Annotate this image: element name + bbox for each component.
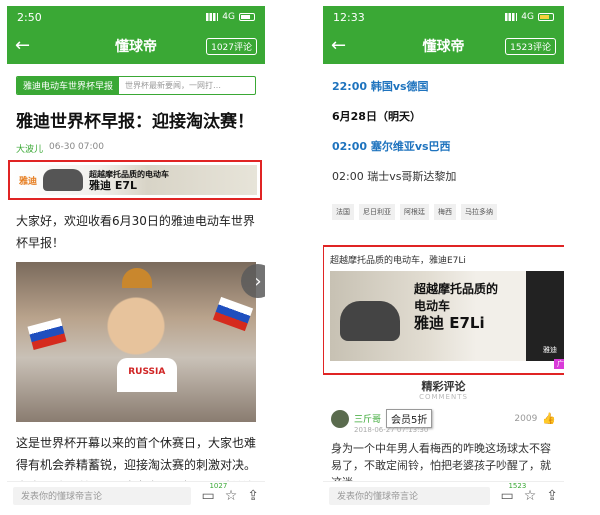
ad-tag: 广告 (554, 359, 564, 369)
comment-icon[interactable]: ▭ 1027 (201, 482, 227, 503)
commenter-name[interactable]: 三斤哥 (354, 412, 381, 425)
ad-image[interactable]: 超越摩托品质的 电动车 雅迪 E7Li 雅迪 (330, 271, 564, 361)
scooter-image (43, 169, 84, 191)
article-paragraph-1: 大家好，欢迎收看6月30日的雅迪电动车世界杯早报！ (16, 214, 255, 250)
share-icon[interactable]: ⇪ (247, 489, 259, 503)
nav-bar: ← 懂球帝 1027评论 (7, 28, 265, 64)
status-bar: 2:50 4G (7, 6, 265, 28)
star-icon[interactable]: ☆ (225, 489, 238, 503)
comment-icon[interactable]: ▭ 1523 (500, 482, 526, 503)
ad-line3: 雅迪 E7Li (414, 314, 485, 332)
network-label: 4G (521, 12, 534, 22)
tag-list: 法国 尼日利亚 阿根廷 梅西 马拉多纳 (332, 204, 555, 220)
comment-item: 三斤哥 会员5折 2009 👍 2018-06-27 07:13:30 身为一个… (331, 409, 556, 491)
category-label: 雅迪电动车世界杯早报 (17, 77, 120, 94)
battery-icon (538, 13, 554, 21)
tag-item[interactable]: 法国 (332, 204, 354, 220)
match-line: 02:00 瑞士vs哥斯达黎加 (332, 170, 457, 183)
category-breadcrumb[interactable]: 雅迪电动车世界杯早报 世界杯最新要闻，一网打… (16, 76, 256, 95)
tag-item[interactable]: 马拉多纳 (461, 204, 497, 220)
comments-button[interactable]: 1523评论 (505, 37, 556, 55)
tag-item[interactable]: 梅西 (434, 204, 456, 220)
match-line: 02:00 塞尔维亚vs巴西 (332, 140, 451, 153)
ad-highlight-box: 超越摩托品质的电动车，雅迪E7Li 超越摩托品质的 电动车 雅迪 E7Li 雅迪… (323, 245, 564, 375)
article-headline: 雅迪世界杯早报：迎接淘汰赛！ (16, 112, 254, 132)
comment-time: 2018-06-27 07:13:30 (354, 426, 429, 434)
article-meta: 大波儿 06-30 07:00 (16, 142, 256, 155)
star-icon[interactable]: ☆ (524, 489, 537, 503)
status-bar: 12:33 4G (323, 6, 564, 28)
tag-item[interactable]: 阿根廷 (400, 204, 429, 220)
author-link[interactable]: 大波儿 (16, 142, 43, 155)
comment-input[interactable]: 发表你的懂球帝言论 (329, 486, 491, 505)
ad-caption: 超越摩托品质的电动车，雅迪E7Li (330, 256, 466, 266)
match-line: 22:00 韩国vs德国 (332, 80, 429, 93)
match-date: 6月28日（明天） (332, 110, 421, 123)
ad-line2: 雅迪 E7L (89, 179, 138, 192)
phone-left: 2:50 4G ← 懂球帝 1027评论 雅迪电动车世界杯早报 世界杯最新要闻，… (7, 6, 265, 509)
ad-line2: 电动车 (414, 299, 451, 313)
article-photo[interactable]: RUSSIA (16, 262, 256, 422)
signal-icon (505, 13, 518, 21)
fan-shirt: RUSSIA (116, 358, 177, 392)
like-count: 2009 (514, 413, 538, 424)
status-time: 2:50 (17, 10, 42, 24)
back-arrow-icon[interactable]: ← (331, 37, 346, 55)
russia-flag-left (27, 318, 67, 350)
network-label: 4G (222, 12, 235, 22)
article-content: 雅迪电动车世界杯早报 世界杯最新要闻，一网打… 雅迪世界杯早报：迎接淘汰赛！ 大… (7, 76, 265, 498)
comments-section-subtitle: COMMENTS (419, 393, 468, 401)
ad-line1: 超越摩托品质的 (414, 282, 499, 296)
kokoshnik-crown (121, 268, 152, 288)
scooter-image (340, 301, 400, 341)
bottom-comment-bar: 发表你的懂球帝言论 ▭ 1523 ☆ ⇪ (323, 481, 564, 509)
share-icon[interactable]: ⇪ (546, 489, 558, 503)
back-arrow-icon[interactable]: ← (15, 37, 30, 55)
thumbs-up-icon[interactable]: 👍 (542, 412, 556, 425)
signal-icon (206, 13, 219, 21)
tag-item[interactable]: 尼日利亚 (359, 204, 395, 220)
comment-input[interactable]: 发表你的懂球帝言论 (13, 486, 192, 505)
category-description: 世界杯最新要闻，一网打… (125, 81, 222, 90)
ad-brand-logo: 雅迪 (19, 176, 38, 187)
ad-side-logo: 雅迪 (526, 271, 564, 361)
shirt-text: RUSSIA (128, 367, 166, 377)
bottom-comment-bar: 发表你的懂球帝言论 ▭ 1027 ☆ ⇪ (7, 481, 265, 509)
schedule-content: 22:00 韩国vs德国 6月28日（明天） 02:00 塞尔维亚vs巴西 02… (323, 78, 564, 220)
comments-button[interactable]: 1027评论 (206, 37, 257, 55)
nav-bar: ← 懂球帝 1523评论 (323, 28, 564, 64)
phone-right: 12:33 4G ← 懂球帝 1523评论 22:00 韩国vs德国 6月28日… (323, 6, 564, 509)
russia-flag-right (212, 296, 254, 332)
comments-section-title: 精彩评论 (421, 380, 466, 393)
publish-date: 06-30 07:00 (49, 142, 104, 152)
status-time: 12:33 (333, 10, 365, 24)
ad-highlight-box: 雅迪 超越摩托品质的电动车 雅迪 E7L (8, 160, 262, 200)
avatar[interactable] (331, 409, 349, 428)
battery-icon (239, 13, 255, 21)
ad-banner[interactable]: 雅迪 超越摩托品质的电动车 雅迪 E7L (13, 165, 257, 195)
